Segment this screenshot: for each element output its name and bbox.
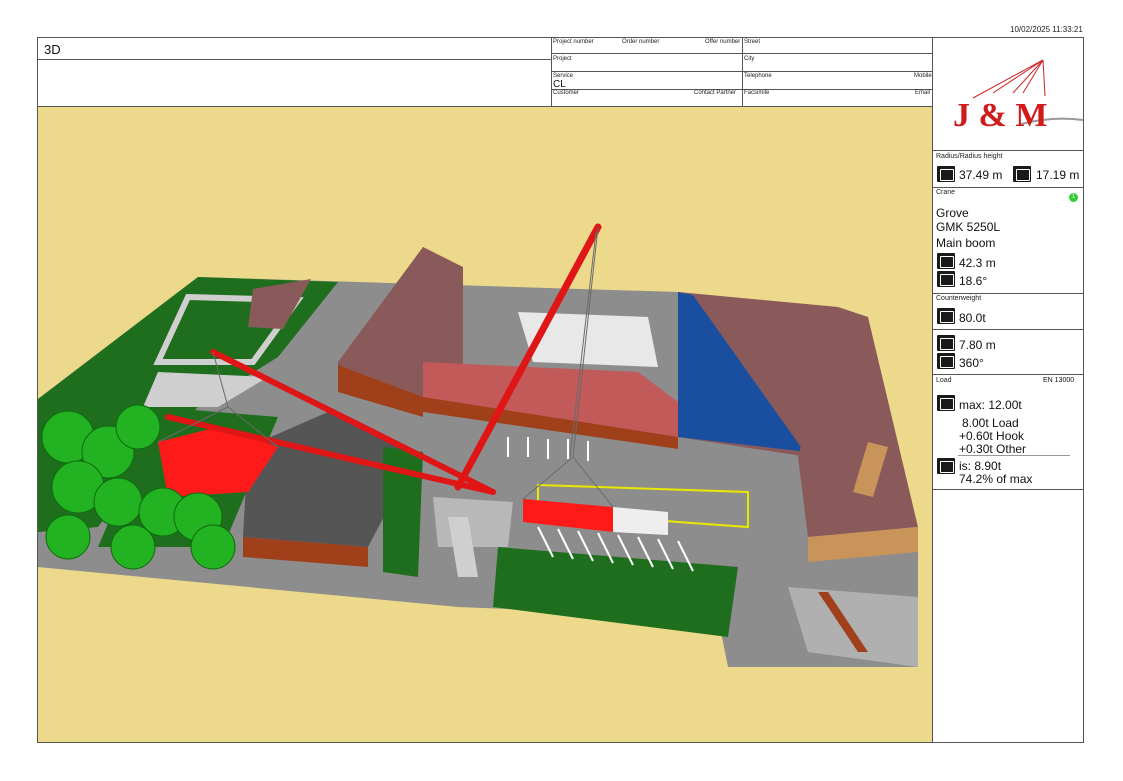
radius-value: 37.49 m xyxy=(959,168,1003,182)
timestamp: 10/02/2025 11:33:21 xyxy=(1010,25,1083,34)
boom-angle-icon xyxy=(937,271,955,287)
load-percent: 74.2% of max xyxy=(959,472,1033,486)
radius-label: Radius/Radius height xyxy=(936,153,1003,160)
company-logo: J & M xyxy=(933,38,1084,150)
boom-length-icon xyxy=(937,253,955,269)
slew-icon xyxy=(937,353,955,369)
load-label: Load xyxy=(936,377,952,384)
hook-line: +0.60t Hook xyxy=(959,429,1025,443)
outrigger-icon xyxy=(937,335,955,351)
load-line: 8.00t Load xyxy=(962,416,1019,430)
city-label: City xyxy=(744,56,755,62)
counterweight-label: Counterweight xyxy=(936,295,982,302)
radius-icon xyxy=(937,166,955,182)
customer-label: Customer xyxy=(553,90,580,96)
street-label: Street xyxy=(744,39,761,45)
crane-make: Grove xyxy=(936,206,969,220)
order-number-label: Order number xyxy=(622,39,660,45)
contact-partner-label: Contact Partner xyxy=(694,90,737,96)
crane-label: Crane xyxy=(936,189,956,196)
load-is: is: 8.90t xyxy=(959,459,1002,473)
outrigger-spread: 7.80 m xyxy=(959,338,996,352)
load-standard: EN 13000 xyxy=(1043,377,1075,384)
project-number-label: Project number xyxy=(553,39,594,45)
load-weight-icon xyxy=(937,458,955,474)
hook-icon xyxy=(937,395,955,411)
slew-value: 360° xyxy=(959,356,984,370)
other-line: +0.30t Other xyxy=(959,442,1027,456)
boom-length: 42.3 m xyxy=(959,256,996,270)
logo-text: J & M xyxy=(953,97,1047,134)
crane-status-badge: 1 xyxy=(1069,193,1078,202)
site-scene xyxy=(38,223,918,667)
load-max: max: 12.00t xyxy=(959,398,1022,412)
service-value: CL xyxy=(553,79,566,90)
offer-number-label: Offer number xyxy=(705,39,741,45)
view-title: 3D xyxy=(44,42,61,57)
radius-height-icon xyxy=(1013,166,1031,182)
facsimile-label: Facsimile xyxy=(744,90,770,96)
email-label: Email xyxy=(915,90,931,96)
counterweight-icon xyxy=(937,308,955,324)
project-label: Project xyxy=(553,56,572,62)
mobile-label: Mobile xyxy=(914,73,932,79)
boom-angle: 18.6° xyxy=(959,274,988,288)
counterweight-value: 80.0t xyxy=(959,311,986,325)
radius-height-value: 17.19 m xyxy=(1036,168,1080,182)
telephone-label: Telephone xyxy=(744,73,772,79)
crane-model: GMK 5250L xyxy=(936,220,1001,234)
3d-viewport[interactable] xyxy=(38,107,932,742)
boom-label: Main boom xyxy=(936,236,996,250)
